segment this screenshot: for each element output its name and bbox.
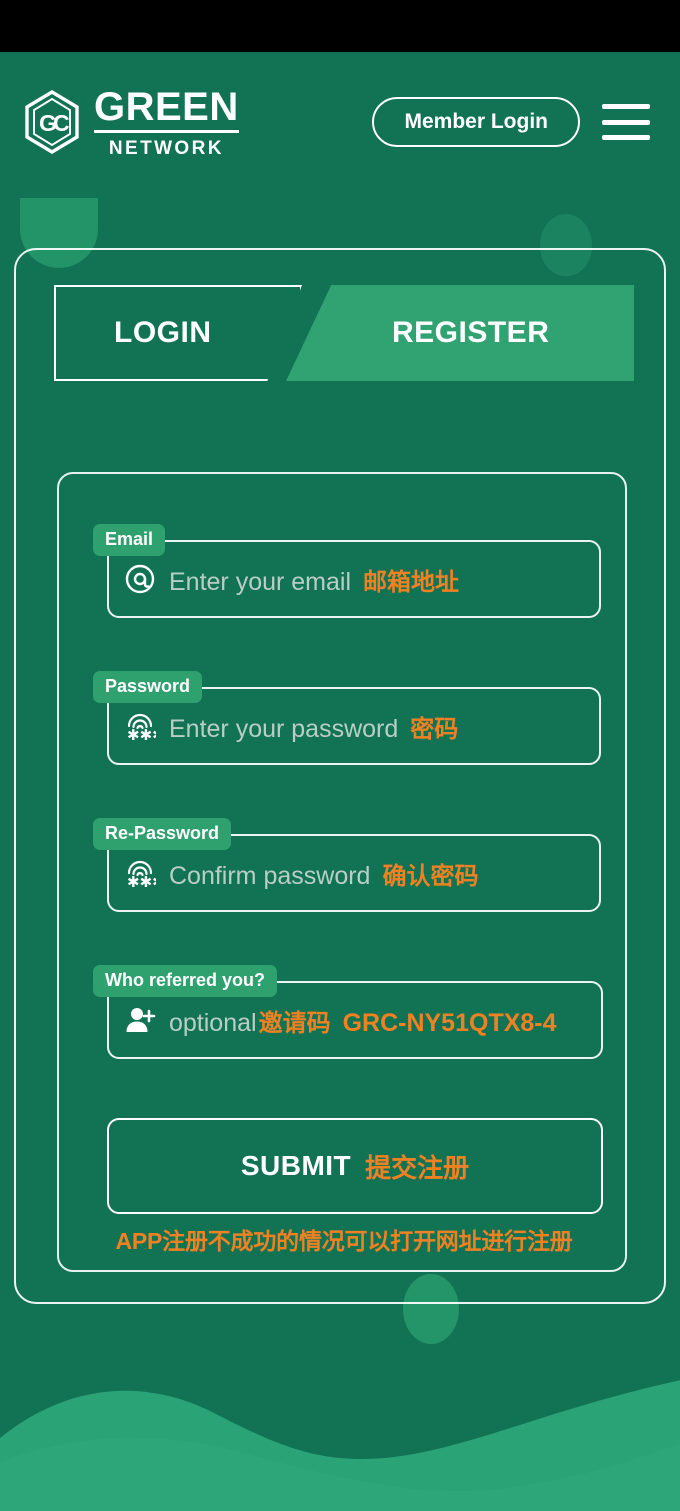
brand-logo[interactable]: G C GREEN NETWORK <box>22 87 239 158</box>
email-placeholder: Enter your email <box>169 567 352 596</box>
email-hint-cn: 邮箱地址 <box>363 568 460 596</box>
auth-tabs: LOGIN REGISTER <box>54 285 634 381</box>
field-repassword-label: Re-Password <box>93 818 232 850</box>
referrer-placeholder: optional <box>169 1008 257 1037</box>
header-actions: Member Login <box>372 97 650 147</box>
register-form-panel: Email Enter your email 邮箱地址 Password ✱✱ … <box>57 472 627 1272</box>
status-bar <box>0 0 680 52</box>
logo-secondary-text: NETWORK <box>108 137 224 159</box>
password-placeholder: Enter your password <box>169 714 399 743</box>
svg-text:✱✱✱: ✱✱✱ <box>127 873 156 889</box>
decorative-wave <box>0 1380 680 1511</box>
repassword-placeholder: Confirm password <box>169 861 371 890</box>
logo-primary-text: GREEN <box>94 87 239 133</box>
repassword-hint-cn: 确认密码 <box>382 862 479 890</box>
referrer-hint-cn: 邀请码 <box>258 1009 331 1037</box>
register-note: APP注册不成功的情况可以打开网址进行注册 <box>115 1228 573 1254</box>
tab-login[interactable]: LOGIN <box>54 285 302 381</box>
app-header: G C GREEN NETWORK Member Login <box>0 52 680 192</box>
svg-text:C: C <box>53 110 70 136</box>
at-sign-icon <box>123 562 157 596</box>
page-body: G C GREEN NETWORK Member Login LOGIN REG… <box>0 52 680 1511</box>
member-login-button[interactable]: Member Login <box>372 97 580 147</box>
submit-button[interactable]: SUBMIT 提交注册 <box>107 1118 603 1214</box>
password-hint-cn: 密码 <box>410 715 459 743</box>
app-root: G C GREEN NETWORK Member Login LOGIN REG… <box>0 0 680 1511</box>
hamburger-menu-icon[interactable] <box>602 104 650 140</box>
fingerprint-password-icon: ✱✱✱ <box>123 709 157 743</box>
hamburger-bar-3 <box>602 135 650 140</box>
field-password-label: Password <box>93 671 203 703</box>
password-text-group: Enter your password 密码 <box>169 709 458 744</box>
email-text-group: Enter your email 邮箱地址 <box>169 562 459 597</box>
gc-hexagon-logo-icon: G C <box>25 90 79 154</box>
hamburger-bar-1 <box>602 104 650 109</box>
referrer-text-group: optional 邀请码 GRC-NY51QTX8-4 <box>169 1003 557 1038</box>
submit-label-en: SUBMIT <box>240 1150 352 1181</box>
field-referrer-label: Who referred you? <box>93 965 278 997</box>
hamburger-bar-2 <box>602 119 650 125</box>
field-email-label: Email <box>93 524 166 556</box>
fingerprint-password-icon: ✱✱✱ <box>123 856 157 890</box>
referrer-code-value: GRC-NY51QTX8-4 <box>342 1008 557 1037</box>
auth-card: LOGIN REGISTER Email Enter your email 邮箱… <box>14 248 666 1304</box>
tab-register[interactable]: REGISTER <box>286 285 634 381</box>
email-input[interactable]: Enter your email 邮箱地址 <box>107 540 601 618</box>
submit-label-cn: 提交注册 <box>365 1152 470 1183</box>
add-person-icon <box>123 1003 157 1037</box>
repassword-text-group: Confirm password 确认密码 <box>169 856 478 891</box>
svg-text:✱✱✱: ✱✱✱ <box>127 726 156 742</box>
